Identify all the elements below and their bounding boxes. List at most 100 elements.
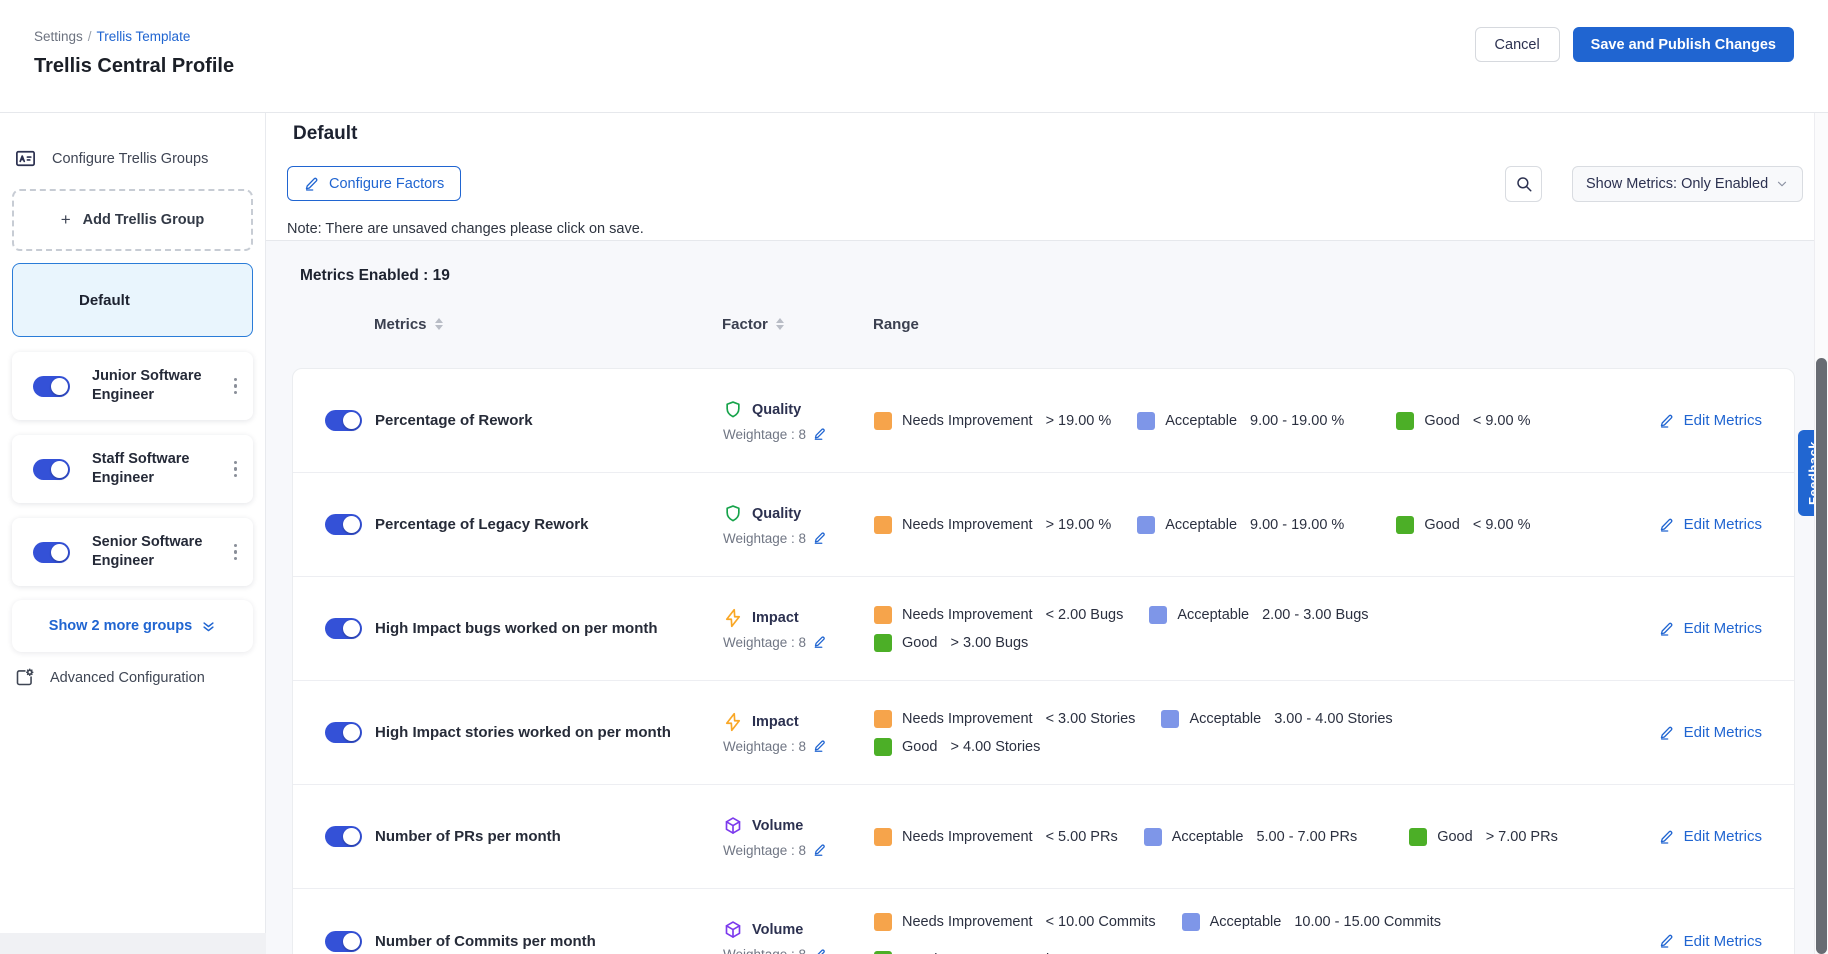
range-level-label: Good (1424, 517, 1459, 533)
metric-name: Percentage of Rework (375, 412, 723, 429)
edit-metrics-label: Edit Metrics (1684, 620, 1762, 637)
range-value: 9.00 - 19.00 % (1250, 517, 1344, 533)
range-color-swatch (874, 516, 892, 534)
group-name: Staff Software Engineer (92, 450, 214, 488)
range-color-swatch (874, 412, 892, 430)
sidebar-group-card[interactable]: Junior Software Engineer (12, 352, 253, 420)
vertical-scrollbar-thumb[interactable] (1816, 358, 1827, 954)
metric-enabled-toggle[interactable] (325, 931, 362, 952)
range-color-swatch (1137, 516, 1155, 534)
range-color-swatch (1161, 710, 1179, 728)
advanced-configuration-label: Advanced Configuration (50, 670, 205, 686)
table-row: High Impact bugs worked on per month Imp… (293, 577, 1794, 681)
group-enabled-toggle[interactable] (33, 376, 70, 397)
range-color-swatch (874, 913, 892, 931)
default-group-label: Default (79, 292, 130, 309)
sidebar-group-card[interactable]: Senior Software Engineer (12, 518, 253, 586)
edit-metrics-link[interactable]: Edit Metrics (1659, 516, 1762, 533)
metric-enabled-toggle[interactable] (325, 618, 362, 639)
edit-metrics-label: Edit Metrics (1684, 412, 1762, 429)
metric-enabled-toggle[interactable] (325, 722, 362, 743)
range-color-swatch (874, 828, 892, 846)
show-metrics-filter-dropdown[interactable]: Show Metrics: Only Enabled (1572, 166, 1803, 202)
weightage-value: Weightage : 8 (723, 427, 806, 442)
page-title: Trellis Central Profile (34, 55, 234, 78)
table-row: High Impact stories worked on per month … (293, 681, 1794, 785)
trellis-groups-badge-icon (14, 147, 37, 170)
range-value: > 7.00 PRs (1486, 829, 1558, 845)
range-chip: Acceptable 9.00 - 19.00 % (1137, 412, 1344, 430)
metric-enabled-toggle[interactable] (325, 514, 362, 535)
weightage-value: Weightage : 8 (723, 843, 806, 858)
breadcrumb-settings-link[interactable]: Settings (34, 29, 83, 44)
kebab-menu-icon[interactable] (228, 372, 244, 401)
filter-dropdown-value: Show Metrics: Only Enabled (1586, 176, 1768, 192)
edit-metrics-link[interactable]: Edit Metrics (1659, 620, 1762, 637)
range-cell: Needs Improvement > 19.00 % Acceptable 9… (874, 412, 1581, 430)
show-more-groups-button[interactable]: Show 2 more groups (12, 600, 253, 652)
double-chevron-down-icon (201, 619, 216, 634)
sort-icon[interactable] (776, 318, 784, 330)
group-page-title: Default (293, 123, 357, 145)
edit-weightage-pencil-icon[interactable] (813, 948, 827, 954)
metric-enabled-toggle[interactable] (325, 410, 362, 431)
volume-cube-icon (723, 920, 743, 940)
kebab-menu-icon[interactable] (228, 455, 244, 484)
edit-weightage-pencil-icon[interactable] (813, 531, 827, 545)
cancel-button[interactable]: Cancel (1475, 27, 1560, 62)
edit-metrics-label: Edit Metrics (1684, 828, 1762, 845)
edit-weightage-pencil-icon[interactable] (813, 427, 827, 441)
sidebar-item-default-group[interactable]: Default (12, 263, 253, 337)
add-trellis-group-button[interactable]: + Add Trellis Group (12, 189, 253, 251)
range-level-label: Acceptable (1165, 413, 1237, 429)
range-chip: Acceptable 9.00 - 19.00 % (1137, 516, 1344, 534)
range-cell: Needs Improvement > 19.00 % Acceptable 9… (874, 516, 1581, 534)
edit-metrics-link[interactable]: Edit Metrics (1659, 412, 1762, 429)
kebab-menu-icon[interactable] (228, 538, 244, 567)
range-chip: Good > 7.00 PRs (1409, 828, 1558, 846)
edit-pencil-icon (1659, 413, 1675, 429)
main-content: Default Configure Factors Note: There ar… (266, 113, 1828, 954)
edit-pencil-icon (304, 176, 320, 192)
sidebar-group-card[interactable]: Staff Software Engineer (12, 435, 253, 503)
range-chip: Acceptable 10.00 - 15.00 Commits (1182, 913, 1441, 931)
range-chip: Good > 3.00 Bugs (874, 634, 1028, 652)
sort-icon[interactable] (435, 318, 443, 330)
column-header-metrics[interactable]: Metrics (374, 316, 722, 333)
range-value: > 19.00 % (1046, 413, 1112, 429)
range-chip: Acceptable 3.00 - 4.00 Stories (1161, 710, 1392, 728)
range-value: > 4.00 Stories (950, 739, 1040, 755)
breadcrumb-trellis-template-link[interactable]: Trellis Template (97, 29, 191, 44)
edit-metrics-label: Edit Metrics (1684, 724, 1762, 741)
advanced-configuration-link[interactable]: Advanced Configuration (14, 667, 205, 688)
range-value: < 2.00 Bugs (1046, 607, 1124, 623)
range-level-label: Acceptable (1165, 517, 1237, 533)
range-cell: Needs Improvement < 3.00 Stories Accepta… (874, 710, 1581, 756)
edit-metrics-link[interactable]: Edit Metrics (1659, 724, 1762, 741)
range-color-swatch (1144, 828, 1162, 846)
column-header-factor[interactable]: Factor (722, 316, 873, 333)
edit-weightage-pencil-icon[interactable] (813, 635, 827, 649)
metric-enabled-toggle[interactable] (325, 826, 362, 847)
edit-pencil-icon (1659, 621, 1675, 637)
table-row: Number of Commits per month Volume Weigh… (293, 889, 1794, 954)
metrics-table-card: Percentage of Rework Quality Weightage :… (292, 368, 1795, 954)
range-level-label: Needs Improvement (902, 517, 1033, 533)
group-enabled-toggle[interactable] (33, 542, 70, 563)
edit-weightage-pencil-icon[interactable] (813, 739, 827, 753)
save-and-publish-button[interactable]: Save and Publish Changes (1573, 27, 1794, 62)
edit-metrics-link[interactable]: Edit Metrics (1659, 933, 1762, 950)
search-button[interactable] (1505, 166, 1542, 202)
range-cell: Needs Improvement < 2.00 Bugs Acceptable… (874, 606, 1581, 652)
range-chip: Acceptable 2.00 - 3.00 Bugs (1149, 606, 1368, 624)
configure-factors-button[interactable]: Configure Factors (287, 166, 461, 201)
edit-metrics-link[interactable]: Edit Metrics (1659, 828, 1762, 845)
edit-weightage-pencil-icon[interactable] (813, 843, 827, 857)
add-trellis-group-label: Add Trellis Group (83, 212, 205, 228)
group-name: Junior Software Engineer (92, 367, 214, 405)
range-color-swatch (1182, 913, 1200, 931)
range-level-label: Acceptable (1177, 607, 1249, 623)
group-enabled-toggle[interactable] (33, 459, 70, 480)
edit-pencil-icon (1659, 933, 1675, 949)
range-value: 5.00 - 7.00 PRs (1256, 829, 1357, 845)
